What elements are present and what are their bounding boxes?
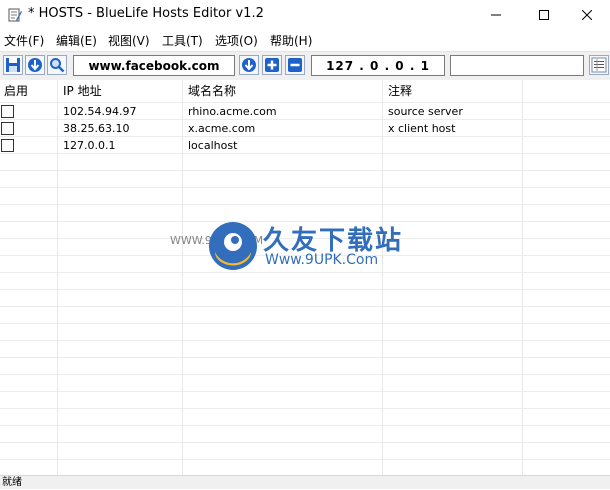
close-button[interactable]	[564, 0, 610, 30]
minimize-button[interactable]	[473, 0, 519, 30]
search-button[interactable]	[47, 55, 67, 75]
watermark-url: Www.9UPK.Com	[265, 252, 379, 268]
status-bar: 就绪	[0, 475, 610, 489]
watermark-logo-icon	[209, 222, 257, 270]
arrow-down-icon	[242, 58, 256, 72]
table-row-comment: x client host	[388, 122, 456, 135]
minimize-icon	[491, 14, 501, 16]
table-row-domain: rhino.acme.com	[188, 105, 277, 118]
enable-checkbox[interactable]	[1, 105, 14, 118]
close-icon	[582, 10, 592, 20]
menu-options[interactable]: 选项(O)	[215, 32, 258, 49]
menu-bar: 文件(F) 编辑(E) 视图(V) 工具(T) 选项(O) 帮助(H)	[0, 30, 610, 50]
title-bar: * HOSTS - BlueLife Hosts Editor v1.2	[0, 0, 610, 30]
list-view-button[interactable]	[589, 55, 609, 75]
arrow-down-icon	[28, 58, 42, 72]
import-button[interactable]	[25, 55, 45, 75]
table-row-ip: 38.25.63.10	[63, 122, 130, 135]
watermark: WWW.9UPK.COM 久友下载站 Www.9UPK.Com	[170, 218, 430, 278]
grid-line	[0, 391, 610, 392]
column-separator	[57, 80, 58, 475]
list-icon	[591, 57, 607, 73]
table-row-domain: x.acme.com	[188, 122, 256, 135]
menu-file[interactable]: 文件(F)	[4, 32, 44, 49]
grid-line	[0, 187, 610, 188]
menu-view[interactable]: 视图(V)	[108, 32, 150, 49]
grid-line	[0, 425, 610, 426]
table-row-comment: source server	[388, 105, 463, 118]
menu-edit[interactable]: 编辑(E)	[56, 32, 97, 49]
notepad-icon	[8, 8, 22, 22]
grid-line	[0, 323, 610, 324]
ip-address-input[interactable]: 127 . 0 . 0 . 1	[311, 55, 445, 76]
table-row-ip: 127.0.0.1	[63, 139, 116, 152]
column-header-enabled[interactable]: 启用	[4, 80, 28, 102]
table-row-domain: localhost	[188, 139, 238, 152]
toolbar: www.facebook.com 127 . 0 . 0 . 1	[0, 51, 610, 80]
menu-tools[interactable]: 工具(T)	[162, 32, 203, 49]
maximize-button[interactable]	[521, 0, 567, 30]
enable-checkbox[interactable]	[1, 122, 14, 135]
grid-line	[0, 204, 610, 205]
remove-entry-button[interactable]	[285, 55, 305, 75]
domain-input[interactable]: www.facebook.com	[73, 55, 235, 76]
window-title: * HOSTS - BlueLife Hosts Editor v1.2	[28, 6, 264, 21]
table-row-ip: 102.54.94.97	[63, 105, 137, 118]
grid-line	[0, 374, 610, 375]
hosts-list[interactable]: 启用 IP 地址 域名名称 注释 102.54.94.97 rhino.acme…	[0, 80, 610, 475]
grid-line	[0, 459, 610, 460]
grid-line	[0, 306, 610, 307]
grid-line	[0, 289, 610, 290]
enable-checkbox[interactable]	[1, 139, 14, 152]
add-down-button[interactable]	[239, 55, 259, 75]
grid-line	[0, 442, 610, 443]
column-header-comment[interactable]: 注释	[388, 80, 412, 102]
column-header-ip[interactable]: IP 地址	[63, 80, 102, 102]
save-button[interactable]	[3, 55, 23, 75]
comment-input[interactable]	[450, 55, 584, 76]
menu-help[interactable]: 帮助(H)	[270, 32, 312, 49]
column-header-domain[interactable]: 域名名称	[188, 80, 236, 102]
grid-line	[0, 170, 610, 171]
save-icon	[6, 58, 20, 72]
grid-line	[0, 408, 610, 409]
plus-icon	[265, 58, 279, 72]
search-icon	[50, 58, 65, 73]
column-separator	[522, 80, 523, 475]
grid-line	[0, 357, 610, 358]
minus-icon	[288, 58, 302, 72]
grid-line	[0, 340, 610, 341]
add-entry-button[interactable]	[262, 55, 282, 75]
maximize-icon	[539, 10, 549, 20]
